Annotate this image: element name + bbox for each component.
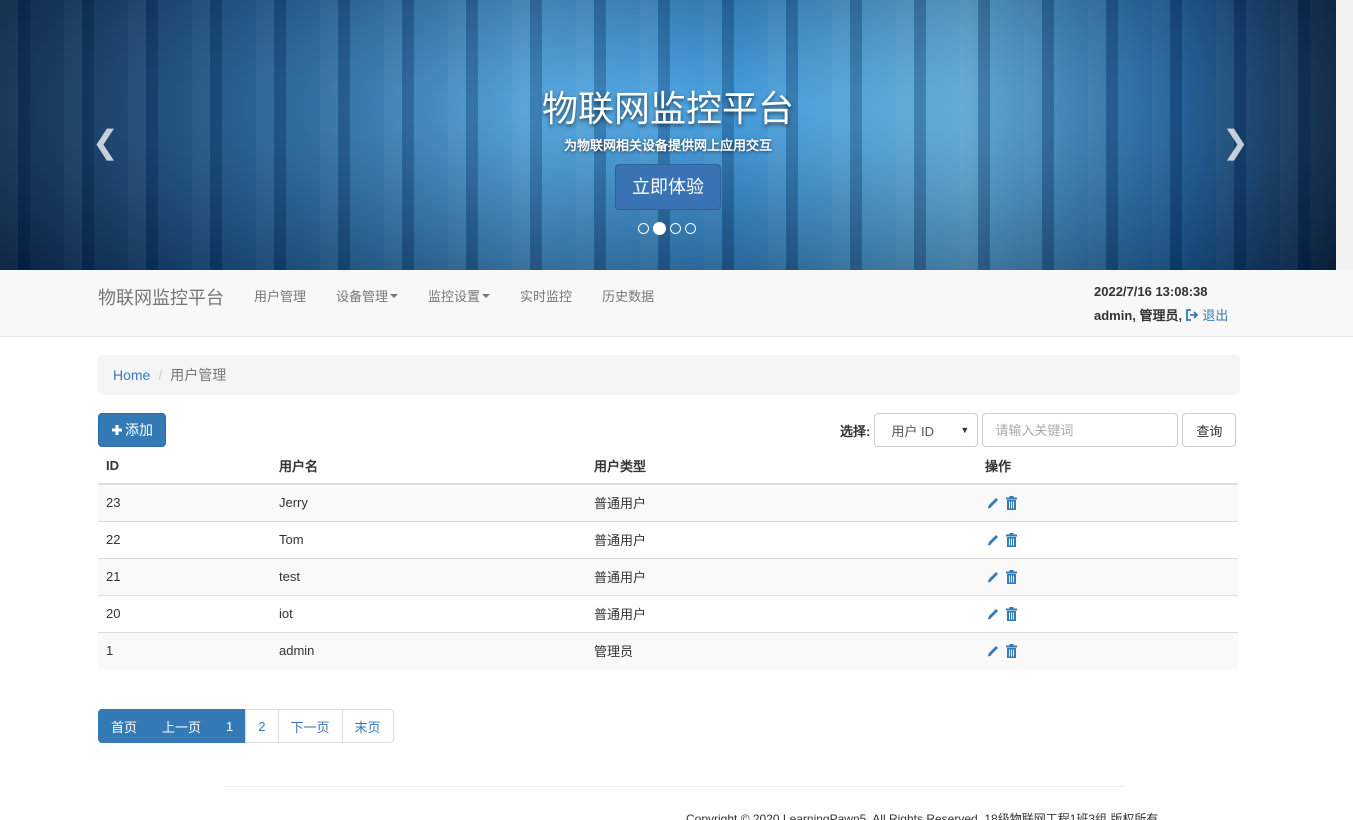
nav-item-user-management[interactable]: 用户管理 bbox=[254, 286, 306, 305]
plus-icon bbox=[112, 425, 122, 435]
caret-down-icon bbox=[390, 293, 399, 298]
search-field-select[interactable]: 用户 ID ▼ bbox=[874, 413, 979, 447]
carousel-prev-icon[interactable]: ❮ bbox=[92, 126, 119, 158]
delete-trash-icon[interactable] bbox=[1004, 532, 1019, 547]
nav-item-label: 历史数据 bbox=[602, 289, 655, 304]
pagination: 首页 上一页 1 2 下一页 末页 bbox=[98, 709, 394, 743]
cell-user-type: 普通用户 bbox=[586, 483, 977, 521]
current-datetime: 2022/7/16 13:08:38 bbox=[1094, 284, 1208, 299]
add-user-button[interactable]: 添加 bbox=[98, 413, 166, 447]
caret-down-icon bbox=[482, 293, 491, 298]
cell-id: 23 bbox=[98, 483, 271, 521]
nav-item-device-management[interactable]: 设备管理 bbox=[336, 286, 399, 305]
carousel-subtitle: 为物联网相关设备提供网上应用交互 bbox=[563, 138, 772, 153]
nav-item-monitor-settings[interactable]: 监控设置 bbox=[428, 286, 491, 305]
logout-label: 退出 bbox=[1202, 308, 1229, 323]
page-last[interactable]: 末页 bbox=[341, 709, 394, 743]
edit-pencil-icon[interactable] bbox=[985, 569, 1000, 584]
column-header-user-type: 用户类型 bbox=[586, 447, 977, 485]
page-number-1[interactable]: 1 bbox=[213, 709, 247, 743]
cell-username: Tom bbox=[271, 520, 586, 558]
table-row: 22 Tom 普通用户 bbox=[98, 520, 1238, 558]
breadcrumb-home-link[interactable]: Home bbox=[113, 367, 150, 383]
delete-trash-icon[interactable] bbox=[1004, 606, 1019, 621]
cell-actions bbox=[977, 631, 1238, 669]
cell-user-type: 普通用户 bbox=[586, 557, 977, 595]
nav-item-label: 实时监控 bbox=[520, 289, 573, 304]
cell-user-type: 普通用户 bbox=[586, 594, 977, 632]
chevron-down-icon: ▼ bbox=[960, 425, 970, 435]
nav-item-realtime-monitor[interactable]: 实时监控 bbox=[520, 286, 572, 305]
carousel-next-icon[interactable]: ❯ bbox=[1222, 126, 1249, 158]
sign-out-icon bbox=[1185, 309, 1199, 321]
carousel-indicator-dot[interactable] bbox=[638, 223, 649, 234]
page-prev[interactable]: 上一页 bbox=[149, 709, 215, 743]
select-value: 用户 ID bbox=[891, 423, 934, 439]
cell-actions bbox=[977, 483, 1238, 521]
navbar-brand[interactable]: 物联网监控平台 bbox=[98, 284, 224, 310]
carousel-indicator-dot[interactable] bbox=[653, 222, 666, 235]
carousel-indicator-dot[interactable] bbox=[670, 223, 681, 234]
edit-pencil-icon[interactable] bbox=[985, 606, 1000, 621]
page-number-2[interactable]: 2 bbox=[245, 709, 279, 743]
cell-id: 1 bbox=[98, 631, 271, 669]
user-info: admin, 管理员, bbox=[1094, 308, 1183, 323]
nav-item-label: 用户管理 bbox=[254, 289, 307, 304]
query-button[interactable]: 查询 bbox=[1182, 413, 1237, 447]
search-bar: 选择: 用户 ID ▼ 查询 bbox=[840, 413, 1237, 447]
try-now-button[interactable]: 立即体验 bbox=[615, 164, 721, 210]
table-row: 20 iot 普通用户 bbox=[98, 594, 1238, 632]
cell-username: admin bbox=[271, 631, 586, 669]
page-first[interactable]: 首页 bbox=[98, 709, 151, 743]
edit-pencil-icon[interactable] bbox=[985, 532, 1000, 547]
keyword-input[interactable] bbox=[982, 413, 1179, 447]
cell-username: iot bbox=[271, 594, 586, 632]
carousel-title: 物联网监控平台 bbox=[541, 88, 794, 129]
column-header-id: ID bbox=[98, 447, 271, 485]
scroll-gutter bbox=[1336, 0, 1353, 270]
breadcrumb-current: 用户管理 bbox=[170, 367, 227, 383]
nav-item-history-data[interactable]: 历史数据 bbox=[602, 286, 654, 305]
cell-id: 22 bbox=[98, 520, 271, 558]
cell-actions bbox=[977, 520, 1238, 558]
nav-item-label: 监控设置 bbox=[428, 289, 481, 304]
footer-divider bbox=[224, 786, 1124, 787]
page: 物联网监控平台 为物联网相关设备提供网上应用交互 立即体验 ❮ ❯ 物联网监控平… bbox=[0, 0, 1353, 820]
carousel-indicators bbox=[638, 222, 696, 235]
table-header-row: ID 用户名 用户类型 操作 bbox=[98, 447, 1238, 485]
column-header-actions: 操作 bbox=[977, 447, 1238, 485]
table-row: 21 test 普通用户 bbox=[98, 557, 1238, 595]
delete-trash-icon[interactable] bbox=[1004, 569, 1019, 584]
footer-copyright: Copyright © 2020 LearningPawn5. All Righ… bbox=[686, 812, 1159, 820]
edit-pencil-icon[interactable] bbox=[985, 643, 1000, 658]
edit-pencil-icon[interactable] bbox=[985, 495, 1000, 510]
cell-username: test bbox=[271, 557, 586, 595]
cell-actions bbox=[977, 594, 1238, 632]
navbar-user-area: 2022/7/16 13:08:38 admin, 管理员, 退出 bbox=[1094, 280, 1228, 328]
cell-actions bbox=[977, 557, 1238, 595]
table-row: 23 Jerry 普通用户 bbox=[98, 483, 1238, 521]
user-table: ID 用户名 用户类型 操作 23 Jerry 普通用户 22 Tom 普通用户 21 tes… bbox=[98, 447, 1238, 669]
cell-username: Jerry bbox=[271, 483, 586, 521]
search-field-label: 选择: bbox=[840, 423, 871, 439]
add-label: 添加 bbox=[125, 422, 153, 438]
navbar-menu: 用户管理 设备管理 监控设置 实时监控 历史数据 bbox=[254, 286, 684, 305]
table-row: 1 admin 管理员 bbox=[98, 631, 1238, 669]
logout-link[interactable]: 退出 bbox=[1185, 308, 1229, 323]
delete-trash-icon[interactable] bbox=[1004, 643, 1019, 658]
breadcrumb-separator: / bbox=[158, 367, 163, 383]
cell-user-type: 管理员 bbox=[586, 631, 977, 669]
nav-item-label: 设备管理 bbox=[336, 289, 389, 304]
page-next[interactable]: 下一页 bbox=[277, 709, 343, 743]
breadcrumb: Home / 用户管理 bbox=[98, 355, 1240, 395]
carousel-indicator-dot[interactable] bbox=[685, 223, 696, 234]
hero-carousel: 物联网监控平台 为物联网相关设备提供网上应用交互 立即体验 ❮ ❯ bbox=[0, 0, 1336, 270]
navbar: 物联网监控平台 用户管理 设备管理 监控设置 实时监控 历史数据 2022/7/… bbox=[0, 270, 1353, 337]
cell-user-type: 普通用户 bbox=[586, 520, 977, 558]
cell-id: 21 bbox=[98, 557, 271, 595]
cell-id: 20 bbox=[98, 594, 271, 632]
column-header-username: 用户名 bbox=[271, 447, 586, 485]
delete-trash-icon[interactable] bbox=[1004, 495, 1019, 510]
